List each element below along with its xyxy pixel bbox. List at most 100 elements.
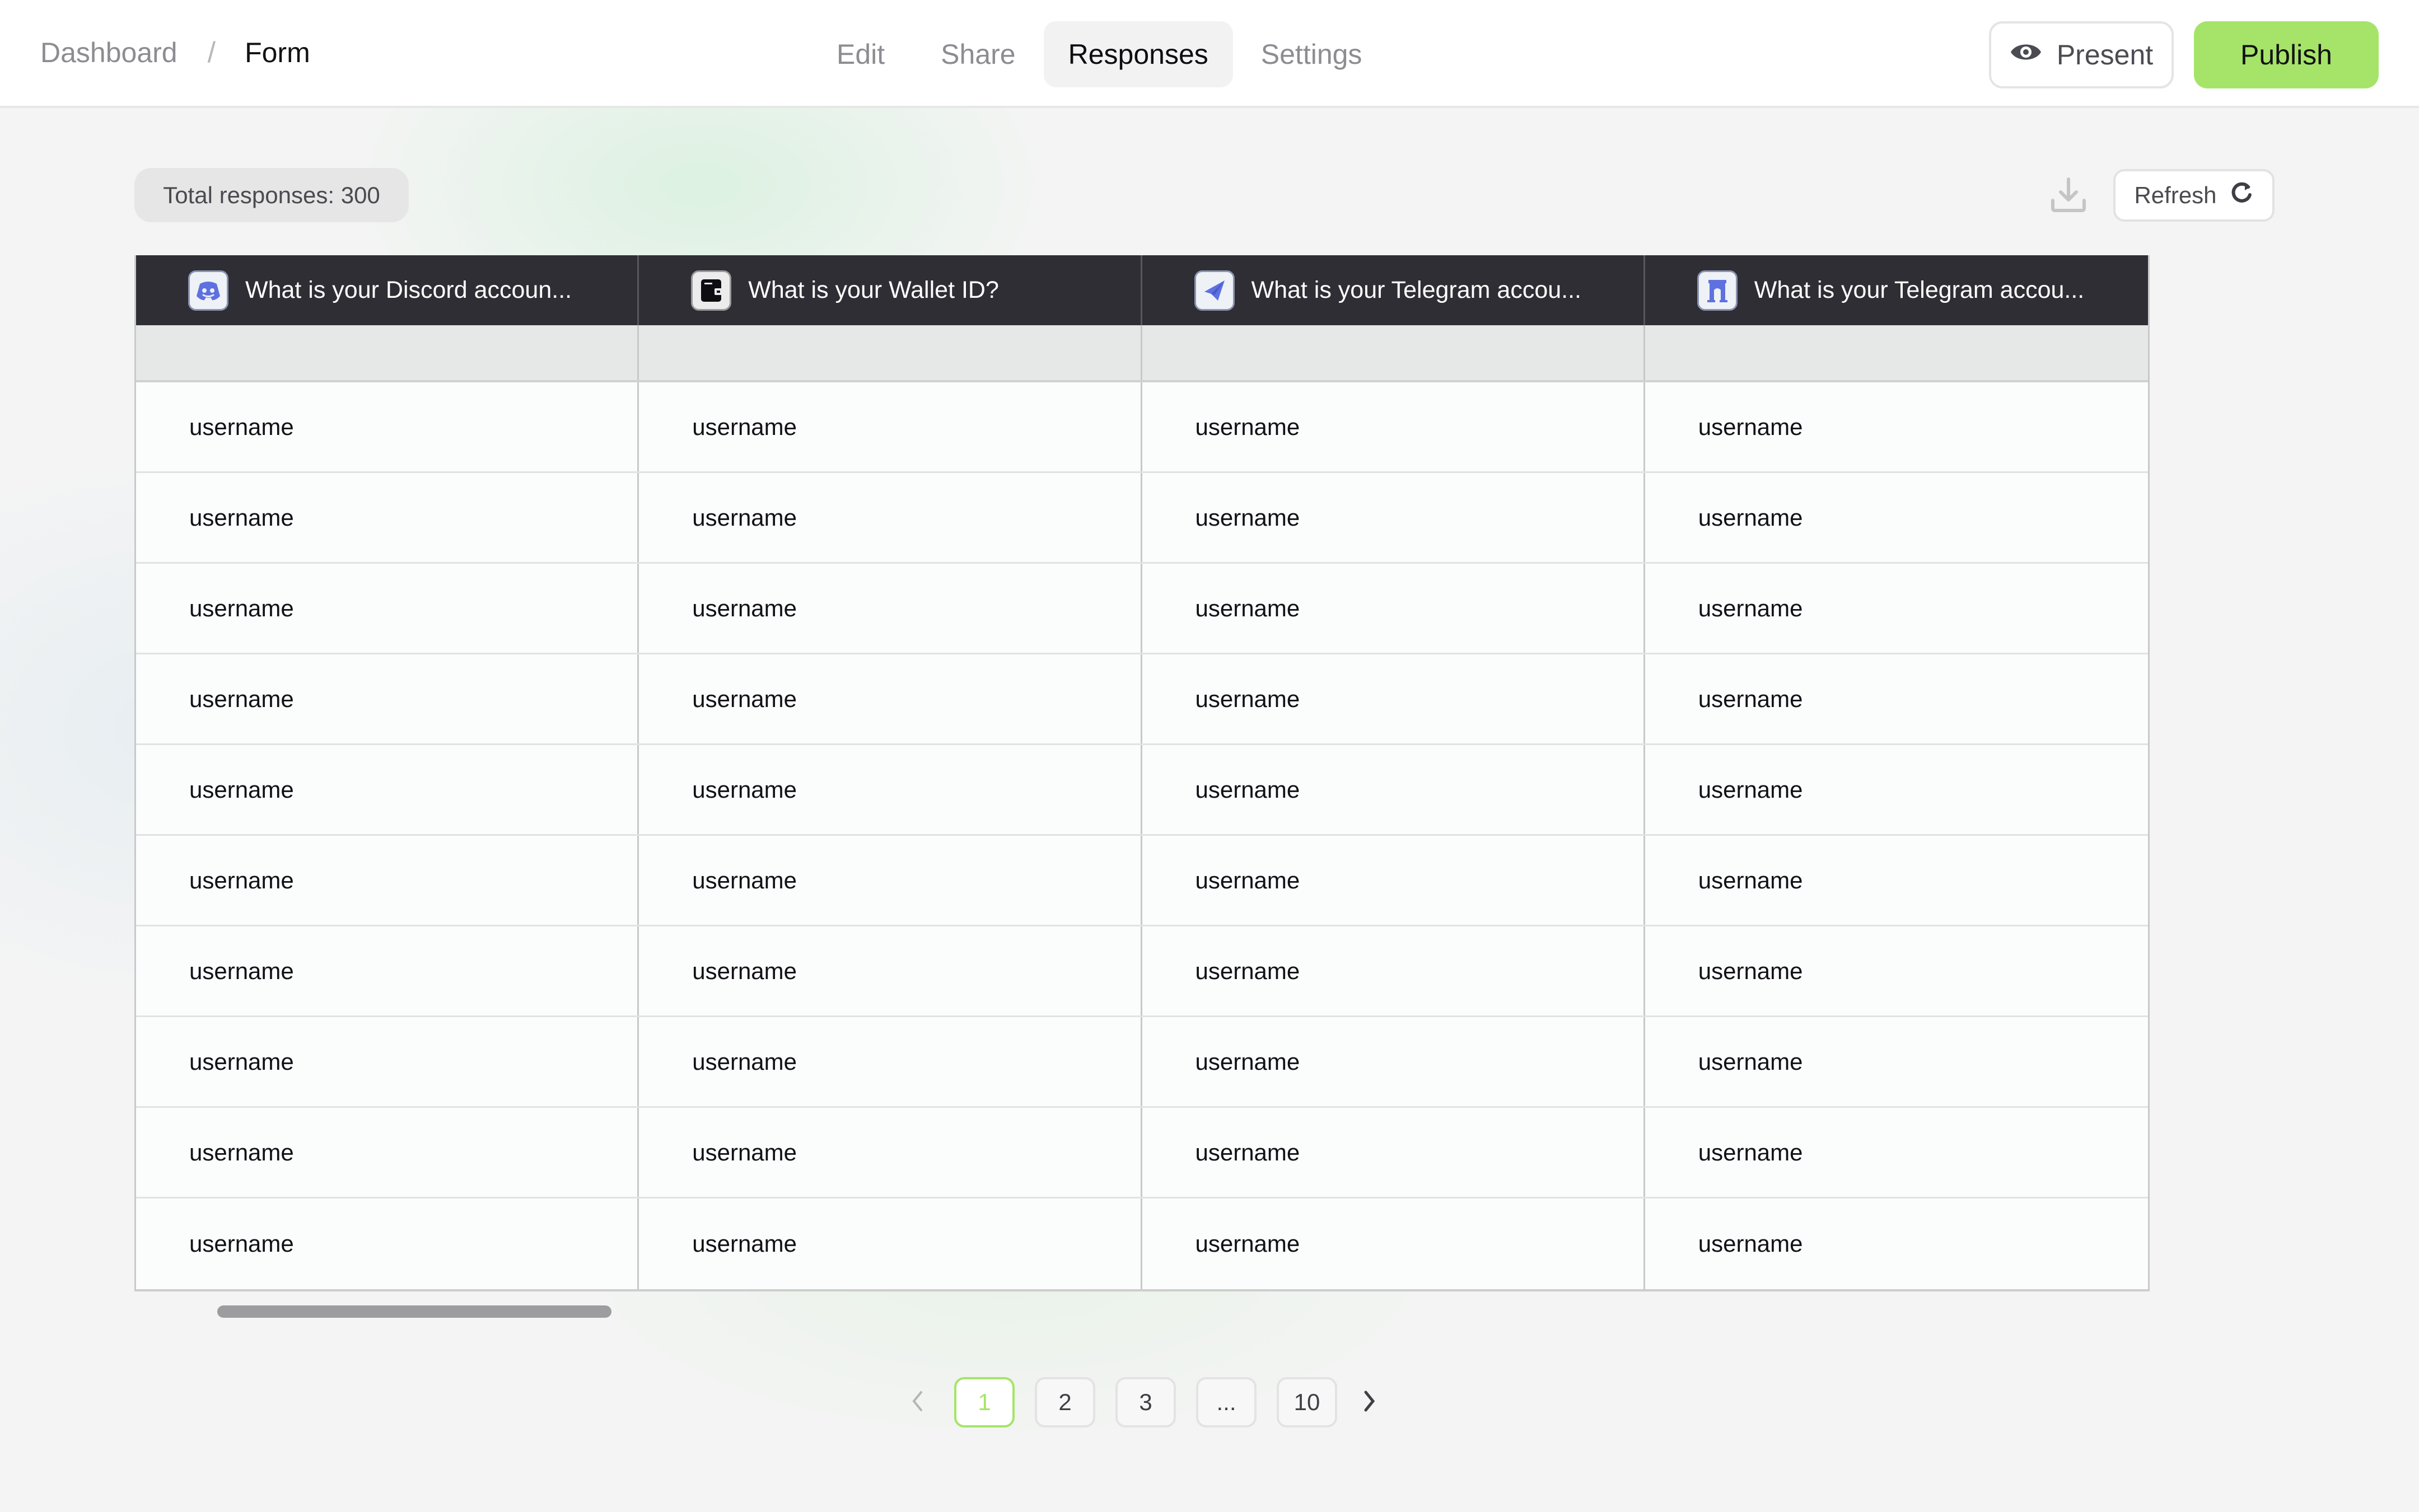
column-header-label: What is your Discord accoun...	[245, 277, 572, 303]
breadcrumb: Dashboard / Form	[40, 36, 310, 69]
table-header-row: What is your Discord accoun... What is y…	[136, 255, 2148, 325]
table-cell[interactable]: username	[136, 1108, 639, 1197]
table-row: username username username username	[136, 1199, 2148, 1289]
table-cell[interactable]: username	[1142, 745, 1645, 834]
table-row: username username username username	[136, 926, 2148, 1017]
table-cell[interactable]: username	[639, 1108, 1142, 1197]
table-cell[interactable]: username	[1142, 473, 1645, 562]
tab-settings[interactable]: Settings	[1233, 21, 1390, 87]
table-cell[interactable]: username	[136, 745, 639, 834]
table-cell[interactable]: username	[1645, 382, 2148, 471]
table-cell[interactable]: username	[639, 836, 1142, 925]
column-header[interactable]: What is your Wallet ID?	[639, 255, 1142, 325]
table-cell[interactable]: username	[136, 1199, 639, 1289]
table-cell[interactable]: username	[639, 382, 1142, 471]
table-cell[interactable]: username	[639, 1017, 1142, 1106]
page-button-3[interactable]: 3	[1115, 1377, 1176, 1427]
filter-cell[interactable]	[1142, 325, 1645, 380]
table-cell[interactable]: username	[639, 654, 1142, 743]
chevron-left-icon	[911, 1390, 923, 1415]
tab-share[interactable]: Share	[913, 21, 1043, 87]
column-header[interactable]: What is your Discord accoun...	[136, 255, 639, 325]
table-cell[interactable]: username	[1142, 654, 1645, 743]
eye-icon	[2010, 39, 2042, 71]
table-cell[interactable]: username	[1645, 1199, 2148, 1289]
form-tabs: Edit Share Responses Settings	[809, 21, 1390, 87]
table-cell[interactable]: username	[136, 654, 639, 743]
download-icon	[2048, 177, 2089, 217]
wallet-icon	[691, 270, 732, 311]
responses-table: What is your Discord accoun... What is y…	[134, 255, 2150, 1291]
table-cell[interactable]: username	[1142, 382, 1645, 471]
page-button-1[interactable]: 1	[954, 1377, 1015, 1427]
gate-icon	[1697, 270, 1738, 311]
table-cell[interactable]: username	[1645, 1108, 2148, 1197]
table-cell[interactable]: username	[1142, 564, 1645, 653]
table-cell[interactable]: username	[136, 382, 639, 471]
page-button-2[interactable]: 2	[1035, 1377, 1095, 1427]
table-cell[interactable]: username	[1645, 926, 2148, 1015]
total-responses-badge: Total responses: 300	[134, 168, 409, 222]
table-row: username username username username	[136, 382, 2148, 473]
table-row: username username username username	[136, 473, 2148, 564]
page-button-10[interactable]: 10	[1277, 1377, 1337, 1427]
column-header[interactable]: What is your Telegram accou...	[1142, 255, 1645, 325]
table-cell[interactable]: username	[1142, 1199, 1645, 1289]
column-header[interactable]: What is your Telegram accou...	[1645, 255, 2148, 325]
table-cell[interactable]: username	[1645, 1017, 2148, 1106]
table-cell[interactable]: username	[1645, 564, 2148, 653]
column-header-label: What is your Telegram accou...	[1754, 277, 2085, 303]
breadcrumb-separator: /	[207, 36, 216, 69]
tab-edit[interactable]: Edit	[809, 21, 913, 87]
breadcrumb-dashboard-link[interactable]: Dashboard	[40, 36, 178, 69]
filter-cell[interactable]	[136, 325, 639, 380]
table-filter-row	[136, 325, 2148, 382]
present-label: Present	[2056, 39, 2154, 71]
table-row: username username username username	[136, 654, 2148, 745]
table-row: username username username username	[136, 564, 2148, 654]
column-header-label: What is your Wallet ID?	[748, 277, 999, 303]
horizontal-scrollbar-thumb[interactable]	[217, 1305, 611, 1318]
filter-cell[interactable]	[639, 325, 1142, 380]
page-ellipsis[interactable]: ...	[1196, 1377, 1257, 1427]
breadcrumb-current-page: Form	[245, 37, 310, 68]
table-cell[interactable]: username	[1645, 654, 2148, 743]
table-body: username username username username username…	[136, 382, 2148, 1289]
table-cell[interactable]: username	[1142, 836, 1645, 925]
chevron-right-icon	[1363, 1390, 1376, 1415]
refresh-icon	[2229, 180, 2254, 210]
table-cell[interactable]: username	[136, 564, 639, 653]
download-button[interactable]	[2048, 175, 2089, 215]
table-row: username username username username	[136, 1017, 2148, 1108]
telegram-icon	[1194, 270, 1235, 311]
table-cell[interactable]: username	[639, 1199, 1142, 1289]
publish-button[interactable]: Publish	[2194, 21, 2379, 88]
table-cell[interactable]: username	[639, 564, 1142, 653]
table-cell[interactable]: username	[136, 1017, 639, 1106]
refresh-button[interactable]: Refresh	[2113, 169, 2275, 222]
pagination: 1 2 3 ... 10	[900, 1377, 1386, 1427]
table-cell[interactable]: username	[639, 745, 1142, 834]
table-row: username username username username	[136, 1108, 2148, 1199]
table-cell[interactable]: username	[1142, 1108, 1645, 1197]
previous-page-button[interactable]	[900, 1377, 934, 1427]
filter-cell[interactable]	[1645, 325, 2148, 380]
table-cell[interactable]: username	[136, 836, 639, 925]
tab-responses[interactable]: Responses	[1043, 21, 1233, 87]
table-cell[interactable]: username	[1645, 473, 2148, 562]
next-page-button[interactable]	[1353, 1377, 1386, 1427]
table-cell[interactable]: username	[1645, 745, 2148, 834]
table-cell[interactable]: username	[136, 926, 639, 1015]
table-cell[interactable]: username	[136, 473, 639, 562]
top-bar: Dashboard / Form Edit Share Responses Se…	[0, 0, 2419, 108]
table-row: username username username username	[136, 745, 2148, 836]
present-button[interactable]: Present	[1989, 21, 2174, 88]
refresh-label: Refresh	[2134, 182, 2217, 208]
table-cell[interactable]: username	[639, 473, 1142, 562]
table-cell[interactable]: username	[1645, 836, 2148, 925]
discord-icon	[188, 270, 228, 311]
table-cell[interactable]: username	[639, 926, 1142, 1015]
table-cell[interactable]: username	[1142, 1017, 1645, 1106]
table-cell[interactable]: username	[1142, 926, 1645, 1015]
table-row: username username username username	[136, 836, 2148, 926]
